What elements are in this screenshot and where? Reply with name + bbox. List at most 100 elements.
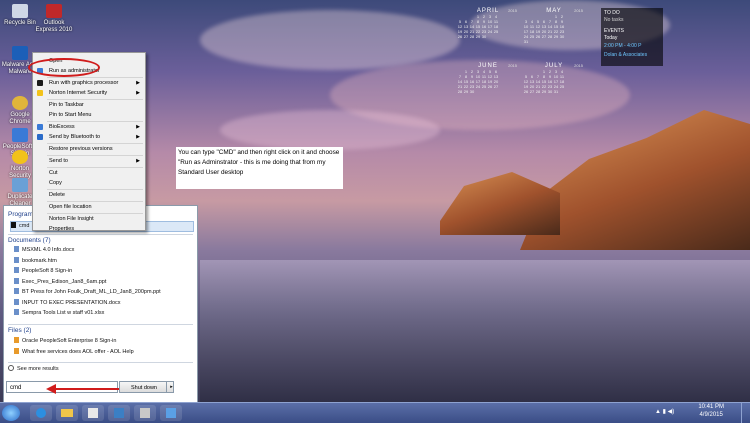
taskbar-ie[interactable] bbox=[30, 405, 52, 421]
calendar-day[interactable]: 26 bbox=[523, 89, 529, 94]
shutdown-options-button[interactable]: ▸ bbox=[166, 381, 176, 393]
menu-item-label: Pin to Start Menu bbox=[49, 112, 92, 118]
files-header[interactable]: Files (2) bbox=[8, 327, 31, 334]
search-icon bbox=[8, 365, 14, 371]
context-menu-item[interactable]: Pin to Taskbar bbox=[33, 100, 145, 110]
calendar-july: JULY 2015 1 2 3 4 5 6 7 8 9 10 11 12 13 14 15 16 17 18 19 2… bbox=[523, 63, 585, 111]
desktop-icon-outlook[interactable]: Outlook Express 2010 bbox=[34, 4, 74, 34]
calendar-day[interactable]: 27 bbox=[529, 89, 535, 94]
calendar-day[interactable]: 27 bbox=[493, 84, 499, 89]
document-result[interactable]: MSXML 4.0 Info.docx bbox=[14, 246, 194, 255]
context-menu-item[interactable]: Delete bbox=[33, 190, 145, 200]
desktop-icon-label: Outlook Express 2010 bbox=[35, 20, 73, 33]
menu-item-label: Run with graphics processor bbox=[49, 80, 119, 86]
app-icon bbox=[166, 408, 176, 418]
calendar-day[interactable]: 28 bbox=[457, 89, 463, 94]
menu-item-label: Copy bbox=[49, 180, 62, 186]
calendar-day[interactable]: 30 bbox=[547, 89, 553, 94]
context-menu-item[interactable]: Pin to Start Menu bbox=[33, 110, 145, 120]
taskbar-app-5[interactable] bbox=[134, 405, 156, 421]
documents-header[interactable]: Documents (7) bbox=[8, 237, 51, 244]
calendar-day[interactable] bbox=[493, 89, 499, 94]
file-result[interactable]: What free services does AOL offer - AOL … bbox=[14, 348, 194, 357]
calendar-day[interactable]: 26 bbox=[487, 84, 493, 89]
annotation-arrow bbox=[46, 384, 119, 394]
document-result[interactable]: Exec_Pres_Edison_Jan8_6am.ppt bbox=[14, 277, 194, 287]
file-label: Oracle PeopleSoft Enterprise 8 Sign-in bbox=[22, 338, 117, 344]
show-desktop-button[interactable] bbox=[741, 403, 750, 423]
context-menu-item[interactable]: Cut bbox=[33, 168, 145, 178]
taskbar-app-4[interactable] bbox=[108, 405, 130, 421]
calendar-day[interactable]: 27 bbox=[541, 34, 547, 39]
context-menu-item[interactable]: BioExcess ▶ bbox=[33, 122, 145, 132]
document-result[interactable]: BT Press for John Foulk_Draft_ML_LD_Jan8… bbox=[14, 288, 194, 297]
calendar-day[interactable]: 29 bbox=[463, 89, 469, 94]
document-icon bbox=[14, 267, 19, 273]
calendar-day[interactable]: 24 bbox=[475, 84, 481, 89]
calendar-day[interactable] bbox=[559, 89, 565, 94]
taskbar-explorer[interactable] bbox=[56, 405, 78, 421]
document-label: MSXML 4.0 Info.docx bbox=[22, 247, 75, 253]
menu-item-label: Norton File Insight bbox=[49, 216, 94, 222]
calendar-day[interactable] bbox=[559, 39, 565, 44]
calendar-day[interactable]: 26 bbox=[535, 34, 541, 39]
calendar-day[interactable] bbox=[493, 34, 499, 39]
system-tray[interactable]: ▲ ▮ ◀) bbox=[655, 408, 685, 418]
calendar-may: MAY 2015 1 2 3 4 5 6 7 8 9 10 11 12 13 14 15 16 17 18 19 20… bbox=[523, 8, 585, 60]
context-menu-item[interactable]: Send by Bluetooth to ▶ bbox=[33, 132, 145, 142]
document-result[interactable]: Sempra Tools List w staff v01.xlsx bbox=[14, 309, 194, 318]
file-icon bbox=[14, 348, 19, 354]
calendar-day[interactable]: 27 bbox=[463, 34, 469, 39]
clock-date: 4/9/2015 bbox=[699, 412, 723, 418]
calendar-day[interactable]: 26 bbox=[457, 34, 463, 39]
calendar-day[interactable]: 31 bbox=[523, 39, 529, 44]
calendar-day[interactable]: 30 bbox=[481, 34, 487, 39]
context-menu-item[interactable]: Open file location bbox=[33, 202, 145, 212]
document-result[interactable]: PeopleSoft 8 Sign-in bbox=[14, 267, 194, 276]
calendar-day[interactable]: 30 bbox=[469, 89, 475, 94]
calendar-day[interactable]: 25 bbox=[481, 84, 487, 89]
document-result[interactable]: INPUT TO EXEC PRESENTATION.docx bbox=[14, 298, 194, 308]
file-result[interactable]: Oracle PeopleSoft Enterprise 8 Sign-in bbox=[14, 337, 194, 346]
document-result[interactable]: bookmark.htm bbox=[14, 256, 194, 266]
calendar-day[interactable]: 25 bbox=[529, 34, 535, 39]
desktop-icon-label: Recycle Bin bbox=[4, 20, 36, 26]
menu-item-label: Cut bbox=[49, 170, 58, 176]
calendar-day[interactable]: 29 bbox=[475, 34, 481, 39]
context-menu-item[interactable]: Norton File Insight bbox=[33, 214, 145, 224]
calendar-day[interactable]: 25 bbox=[559, 84, 565, 89]
event-time: 2:00 PM - 4:00 P bbox=[604, 43, 642, 49]
taskbar-app-6[interactable] bbox=[160, 405, 182, 421]
document-icon bbox=[14, 298, 19, 305]
document-icon bbox=[14, 246, 19, 252]
taskbar-clock[interactable]: 10:41 PM 4/9/2015 bbox=[698, 403, 724, 419]
context-menu-item[interactable]: Restore previous versions bbox=[33, 144, 145, 154]
calendar-grid: 1 2 3 4 5 6 7 8 9 10 11 12 13 14 15 16 17 18 19 20 21 22 23 24 2… bbox=[523, 69, 565, 94]
context-menu-item[interactable]: Copy bbox=[33, 178, 145, 188]
divider bbox=[8, 234, 193, 235]
calendar-day[interactable]: 25 bbox=[493, 29, 499, 34]
context-menu-item[interactable]: Send to ▶ bbox=[33, 156, 145, 166]
taskbar-app-3[interactable] bbox=[82, 405, 104, 421]
calendar-day[interactable]: 29 bbox=[541, 89, 547, 94]
context-menu-item[interactable]: Run with graphics processor ▶ bbox=[33, 78, 145, 88]
calendar-day[interactable]: 29 bbox=[553, 34, 559, 39]
context-menu-item[interactable]: Properties bbox=[33, 224, 145, 234]
duplicate-icon bbox=[12, 178, 28, 192]
calendar-day[interactable]: 30 bbox=[559, 34, 565, 39]
calendar-day[interactable]: 28 bbox=[547, 34, 553, 39]
calendar-day[interactable]: 24 bbox=[487, 29, 493, 34]
context-menu-item[interactable]: Norton Internet Security ▶ bbox=[33, 88, 145, 98]
menu-item-label: Norton Internet Security bbox=[49, 90, 108, 96]
start-button[interactable] bbox=[2, 405, 20, 421]
calendar-grid: 1 2 3 4 5 6 7 8 9 10 11 12 13 14 15 16 17 18 19 20 21 22 23 24 2… bbox=[457, 69, 499, 94]
submenu-arrow-icon: ▶ bbox=[136, 134, 140, 140]
todo-value: No tasks bbox=[604, 17, 624, 23]
calendar-day[interactable]: 28 bbox=[535, 89, 541, 94]
see-more-results-link[interactable]: See more results bbox=[8, 365, 188, 374]
clock-time: 10:41 PM bbox=[698, 404, 724, 410]
calendar-day[interactable]: 28 bbox=[469, 34, 475, 39]
todo-events-gadget[interactable]: TO DO No tasks EVENTS Today 2:00 PM - 4:… bbox=[601, 8, 663, 66]
program-label: cmd bbox=[19, 223, 30, 229]
calendar-day[interactable]: 31 bbox=[553, 89, 559, 94]
